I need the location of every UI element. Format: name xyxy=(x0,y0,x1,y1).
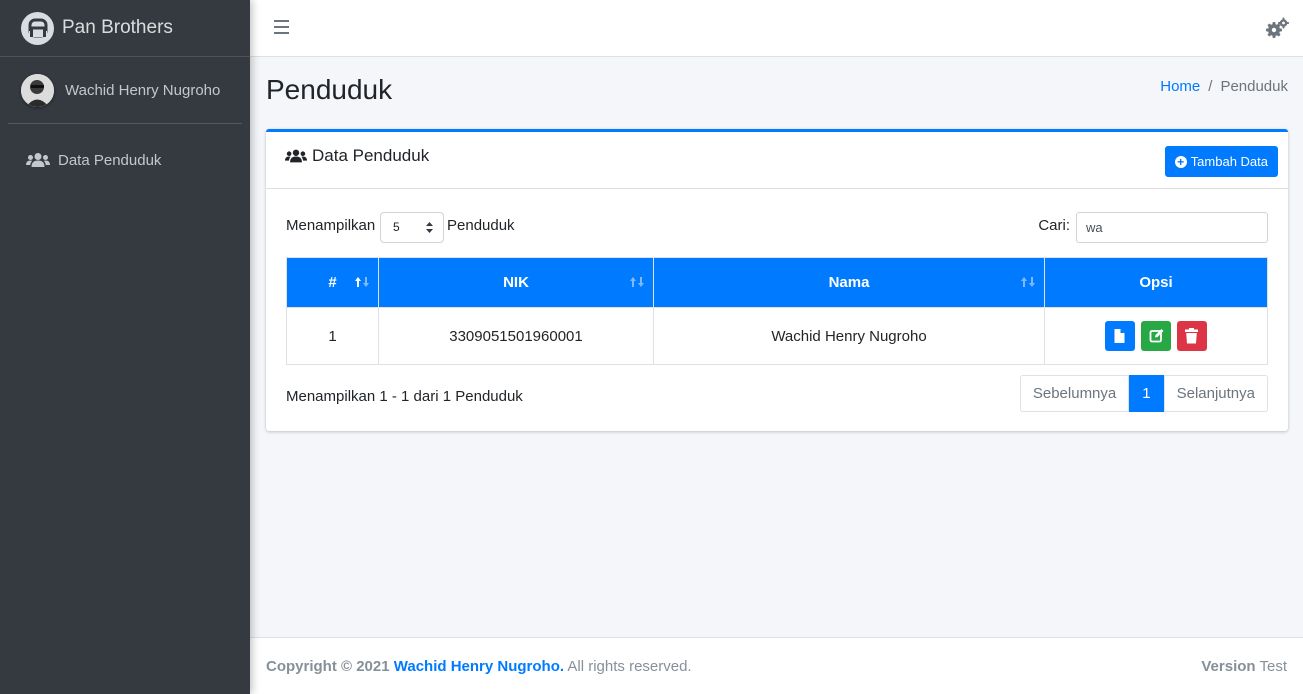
pagination: Sebelumnya 1 Selanjutnya xyxy=(1019,375,1268,412)
search-label: Cari: xyxy=(1038,217,1070,234)
sort-asc-icon xyxy=(355,277,369,287)
footer-version: Version Test xyxy=(1201,658,1287,675)
column-header-nik[interactable]: NIK xyxy=(378,257,654,308)
sidebar-item-label: Data Penduduk xyxy=(58,151,162,169)
sidebar-nav: Data Penduduk xyxy=(0,124,250,180)
add-data-button[interactable]: + Tambah Data xyxy=(1164,146,1278,177)
breadcrumb: Home / Penduduk xyxy=(1160,78,1288,95)
column-header-opsi: Opsi xyxy=(1044,257,1268,308)
data-card: Data Penduduk + Tambah Data Menampilkan … xyxy=(266,129,1288,431)
user-panel[interactable]: Wachid Henry Nugroho xyxy=(8,57,242,124)
sidebar-item-data-penduduk[interactable]: Data Penduduk xyxy=(0,140,250,180)
footer-copyright: Copyright © 2021 Wachid Henry Nugroho. A… xyxy=(266,658,692,675)
brand-link[interactable]: Pan Brothers xyxy=(0,0,250,57)
breadcrumb-current: Penduduk xyxy=(1220,78,1288,95)
avatar xyxy=(21,73,54,107)
search-input[interactable]: wa xyxy=(1076,212,1268,243)
show-entries-suffix: Penduduk xyxy=(447,217,515,234)
breadcrumb-home-link[interactable]: Home xyxy=(1160,78,1200,95)
brand-text: Pan Brothers xyxy=(62,17,173,38)
rights-text: All rights reserved. xyxy=(567,658,692,675)
users-icon xyxy=(285,148,307,164)
page-title: Penduduk xyxy=(266,74,393,105)
footer-author-link[interactable]: Wachid Henry Nugroho. xyxy=(394,658,564,675)
delete-button[interactable] xyxy=(1177,321,1208,351)
edit-button[interactable] xyxy=(1141,321,1171,351)
file-icon xyxy=(1114,329,1125,343)
card-title-text: Data Penduduk xyxy=(312,146,430,165)
table-controls: Menampilkan 5 Penduduk Cari: wa xyxy=(286,209,1268,243)
add-data-label: Tambah Data xyxy=(1190,154,1268,169)
users-icon xyxy=(26,152,50,168)
pagination-prev-button[interactable]: Sebelumnya xyxy=(1019,375,1130,412)
cell-opsi xyxy=(1044,307,1268,365)
table-row: 1 3309051501960001 Wachid Henry Nugroho xyxy=(286,307,1268,365)
content-header: Penduduk Home / Penduduk xyxy=(266,72,1288,112)
table-info: Menampilkan 1 - 1 dari 1 Penduduk xyxy=(286,388,523,405)
top-navbar xyxy=(250,0,1303,57)
plus-circle-icon: + xyxy=(1174,155,1187,168)
version-value: Test xyxy=(1259,658,1287,675)
main-sidebar: Pan Brothers Wachid Henry Nugroho Data P… xyxy=(0,0,250,694)
brand-logo-icon xyxy=(21,11,54,45)
sort-icon xyxy=(1021,277,1035,287)
cell-no: 1 xyxy=(286,307,379,365)
cogs-icon[interactable] xyxy=(1265,17,1289,39)
bars-icon[interactable] xyxy=(274,20,289,35)
cell-nik: 3309051501960001 xyxy=(378,307,654,365)
sort-caret-icon xyxy=(426,222,433,233)
breadcrumb-separator: / xyxy=(1208,78,1213,95)
edit-icon xyxy=(1149,329,1164,343)
main-footer: Copyright © 2021 Wachid Henry Nugroho. A… xyxy=(250,637,1303,694)
pagination-next-button[interactable]: Selanjutnya xyxy=(1163,375,1268,412)
entries-value: 5 xyxy=(393,220,400,234)
column-header-no[interactable]: # xyxy=(286,257,379,308)
pagination-page-1[interactable]: 1 xyxy=(1129,375,1164,412)
card-header: Data Penduduk + Tambah Data xyxy=(266,132,1288,189)
copyright-text: Copyright © 2021 xyxy=(266,658,390,675)
version-label: Version xyxy=(1201,658,1256,675)
user-name: Wachid Henry Nugroho xyxy=(65,81,221,99)
data-table: # NIK Nama Opsi 1 3309051501960001 Wachi… xyxy=(286,257,1268,365)
column-header-nama[interactable]: Nama xyxy=(653,257,1045,308)
entries-select[interactable]: 5 xyxy=(380,212,444,243)
detail-button[interactable] xyxy=(1104,321,1135,351)
card-title: Data Penduduk xyxy=(285,146,429,166)
sort-icon xyxy=(630,277,644,287)
show-entries-label: Menampilkan xyxy=(286,217,376,234)
cell-nama: Wachid Henry Nugroho xyxy=(653,307,1045,365)
trash-icon xyxy=(1185,328,1199,344)
